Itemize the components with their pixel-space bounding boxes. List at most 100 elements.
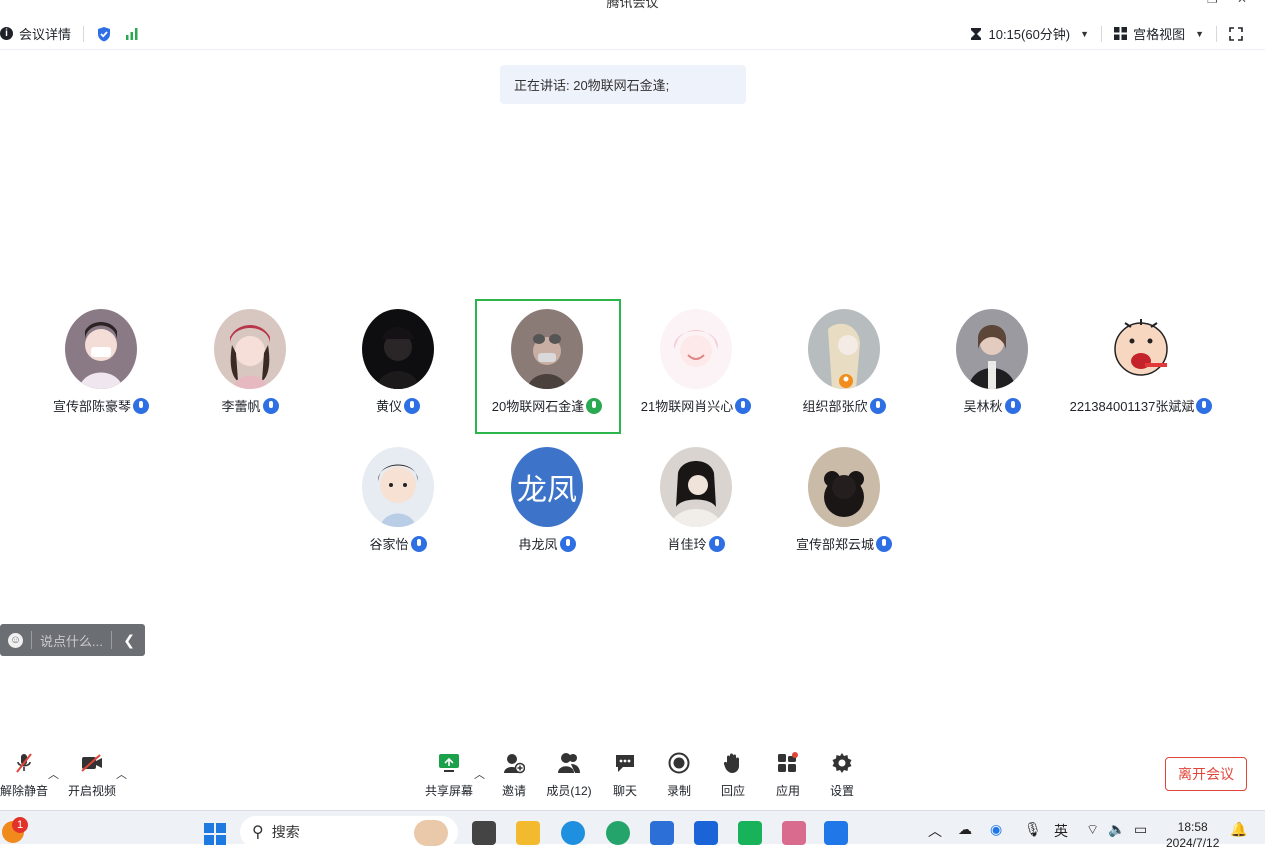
meeting-details-link[interactable]: 会议详情 bbox=[19, 24, 71, 43]
signal-strength-icon[interactable] bbox=[124, 26, 140, 42]
mic-icon bbox=[262, 397, 279, 414]
file-explorer-icon[interactable] bbox=[516, 821, 540, 845]
divider bbox=[31, 631, 32, 649]
window-title-bar: 腾讯会议 ❐ ✕ bbox=[0, 0, 1265, 10]
mic-icon bbox=[1196, 397, 1213, 414]
volume-icon[interactable]: 🔈 bbox=[1108, 821, 1125, 838]
info-icon[interactable]: i bbox=[0, 27, 13, 40]
meeting-top-bar: i 会议详情 10:15(60分钟) ▼ 宫格视图 ▼ bbox=[0, 18, 1265, 50]
system-clock[interactable]: 18:58 2024/7/12 bbox=[1166, 819, 1219, 851]
tencent-meeting-icon[interactable] bbox=[824, 821, 848, 845]
divider bbox=[1101, 25, 1103, 42]
participant-tile[interactable]: 李蕾帆 bbox=[175, 299, 325, 419]
invite-button[interactable]: 邀请 bbox=[497, 750, 531, 799]
avatar bbox=[660, 309, 732, 389]
wifi-icon[interactable]: ⌔ bbox=[1086, 821, 1099, 839]
gear-icon bbox=[832, 753, 852, 773]
apps-button[interactable]: 应用 bbox=[773, 750, 803, 799]
notification-badge: 1 bbox=[12, 817, 28, 833]
unmute-button[interactable]: 解除静音 bbox=[0, 750, 48, 799]
mic-icon bbox=[559, 535, 576, 552]
settings-button[interactable]: 设置 bbox=[827, 750, 857, 799]
search-highlight-icon bbox=[414, 820, 448, 846]
view-mode-select[interactable]: 宫格视图 bbox=[1133, 24, 1185, 43]
app-icon[interactable] bbox=[782, 821, 806, 845]
grid-view-icon bbox=[1114, 27, 1128, 40]
members-label: 成员(12) bbox=[546, 784, 592, 798]
restore-icon[interactable]: ❐ bbox=[1207, 0, 1218, 6]
record-icon bbox=[668, 752, 690, 774]
divider bbox=[83, 25, 85, 42]
meeting-timer[interactable]: 10:15(60分钟) bbox=[988, 24, 1070, 43]
close-icon[interactable]: ✕ bbox=[1237, 0, 1247, 6]
view-dropdown-icon[interactable]: ▼ bbox=[1195, 29, 1204, 39]
apps-label: 应用 bbox=[775, 784, 800, 798]
invite-label: 邀请 bbox=[501, 784, 526, 798]
chat-input[interactable]: 说点什么... bbox=[40, 631, 103, 650]
avatar bbox=[1105, 309, 1177, 389]
members-button[interactable]: 成员(12) bbox=[545, 750, 593, 799]
participant-tile[interactable]: 谷家怡 bbox=[323, 437, 473, 557]
app-tray-icon[interactable]: ◉ bbox=[990, 821, 1002, 838]
security-shield-icon[interactable] bbox=[96, 26, 112, 42]
participant-tile[interactable]: 肖佳玲 bbox=[621, 437, 771, 557]
participant-tile[interactable]: 宣传部郑云城 bbox=[769, 437, 919, 557]
ime-indicator[interactable]: 英 bbox=[1054, 821, 1068, 841]
taskbar-search-box[interactable]: ⚲ 搜索 bbox=[240, 816, 458, 848]
video-options-caret-icon[interactable]: ︿ bbox=[116, 766, 127, 782]
hourglass-icon bbox=[971, 27, 982, 40]
cloud-icon[interactable]: ☁ bbox=[958, 821, 972, 838]
mic-icon bbox=[410, 535, 427, 552]
mic-icon bbox=[1004, 397, 1021, 414]
participant-name: 黄仪 bbox=[323, 396, 473, 415]
emoji-icon[interactable]: ☺ bbox=[8, 632, 23, 648]
record-button[interactable]: 录制 bbox=[664, 750, 694, 799]
windows-start-icon[interactable] bbox=[204, 823, 226, 845]
avatar bbox=[362, 447, 434, 527]
task-view-icon[interactable] bbox=[472, 821, 496, 845]
avatar bbox=[65, 309, 137, 389]
avatar: 龙凤 bbox=[511, 447, 583, 527]
unmute-label: 解除静音 bbox=[0, 784, 49, 798]
settings-label: 设置 bbox=[829, 784, 854, 798]
participant-name: 宣传部陈豪琴 bbox=[26, 396, 176, 415]
participant-name: 肖佳玲 bbox=[621, 534, 771, 553]
edge-legacy-icon[interactable] bbox=[561, 821, 585, 845]
participant-tile[interactable]: 龙凤 冉龙凤 bbox=[472, 437, 622, 557]
fullscreen-icon[interactable] bbox=[1229, 26, 1243, 41]
window-title: 腾讯会议 bbox=[606, 0, 659, 10]
participant-tile[interactable]: 221384001137张斌斌 bbox=[1066, 299, 1216, 419]
timer-dropdown-icon[interactable]: ▼ bbox=[1080, 29, 1089, 39]
edge-browser-icon[interactable] bbox=[606, 821, 630, 845]
participant-tile[interactable]: 21物联网肖兴心 bbox=[621, 299, 771, 419]
chevron-left-icon[interactable]: ❮ bbox=[123, 632, 135, 649]
app-icon[interactable] bbox=[694, 821, 718, 845]
participant-tile[interactable]: 吴林秋 bbox=[917, 299, 1067, 419]
start-video-button[interactable]: 开启视频 bbox=[66, 750, 118, 799]
reaction-hand-icon bbox=[723, 753, 739, 773]
store-icon[interactable] bbox=[650, 821, 674, 845]
leave-meeting-button[interactable]: 离开会议 bbox=[1165, 757, 1247, 791]
share-options-caret-icon[interactable]: ︿ bbox=[474, 766, 485, 782]
active-speaker-banner: 正在讲话: 20物联网石金逢; bbox=[500, 65, 746, 104]
start-video-label: 开启视频 bbox=[67, 784, 116, 798]
apps-grid-icon bbox=[778, 752, 798, 772]
avatar bbox=[362, 309, 434, 389]
mic-muted-icon bbox=[16, 753, 32, 773]
quick-chat-box[interactable]: ☺ 说点什么... ❮ bbox=[0, 624, 145, 656]
participant-tile[interactable]: 组织部张欣 bbox=[769, 299, 919, 419]
audio-options-caret-icon[interactable]: ︿ bbox=[48, 766, 59, 782]
app-icon[interactable] bbox=[738, 821, 762, 845]
avatar bbox=[660, 447, 732, 527]
participant-tile[interactable]: 宣传部陈豪琴 bbox=[26, 299, 176, 419]
notification-bell-icon[interactable]: 🔔 bbox=[1230, 821, 1247, 838]
chat-button[interactable]: 聊天 bbox=[610, 750, 640, 799]
reactions-button[interactable]: 回应 bbox=[718, 750, 748, 799]
battery-icon[interactable]: ▭ bbox=[1134, 821, 1147, 838]
participant-tile[interactable]: 黄仪 bbox=[323, 299, 473, 419]
share-screen-button[interactable]: 共享屏幕 bbox=[424, 750, 474, 799]
participant-name: 221384001137张斌斌 bbox=[1066, 396, 1216, 415]
microphone-icon[interactable]: 🎙 bbox=[1024, 821, 1042, 838]
clock-date: 2024/7/12 bbox=[1166, 836, 1220, 850]
chevron-up-icon[interactable]: ︿ bbox=[928, 821, 942, 841]
